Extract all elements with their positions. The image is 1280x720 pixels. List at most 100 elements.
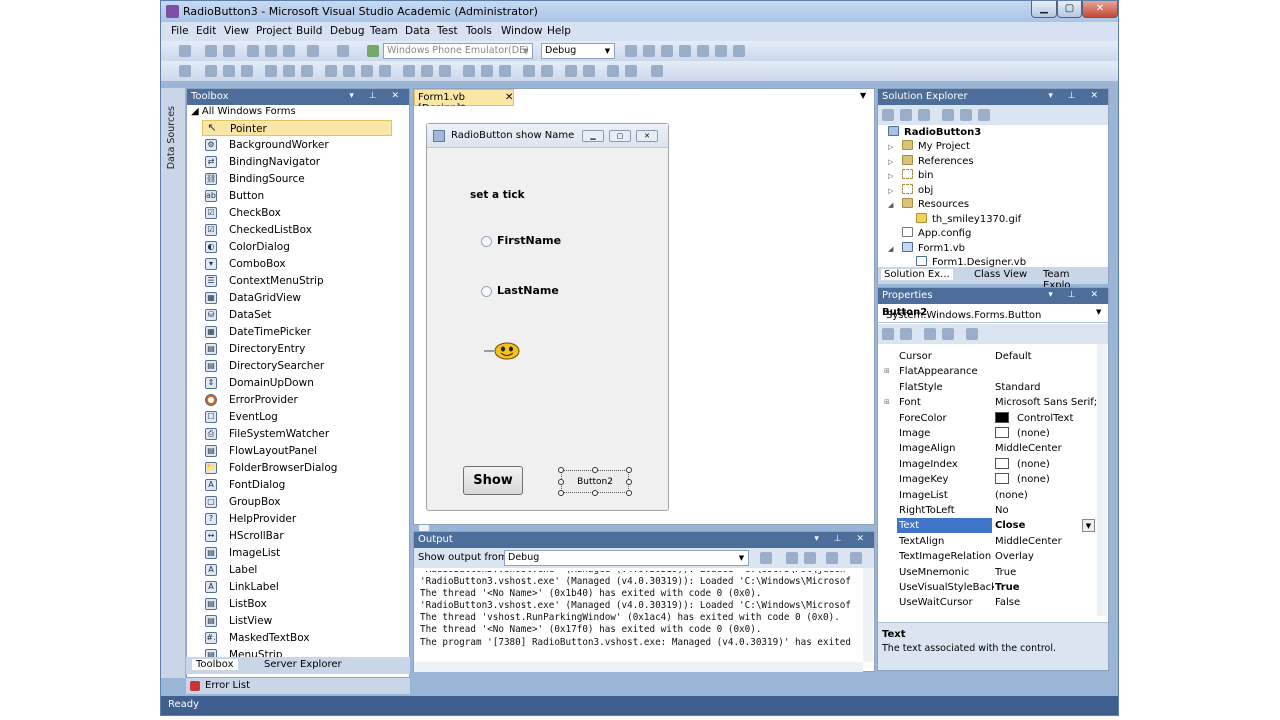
menu-debug[interactable]: Debug <box>330 25 365 37</box>
menu-test[interactable]: Test <box>437 25 458 37</box>
toolbox-item-checkbox[interactable]: ☑ CheckBox <box>202 205 392 221</box>
maximize-button[interactable]: ▢ <box>1057 1 1082 18</box>
show-button[interactable]: Show <box>463 466 523 495</box>
toolbox-item-fontdialog[interactable]: A FontDialog <box>202 477 392 493</box>
same-height-icon[interactable] <box>343 65 355 77</box>
property-value[interactable]: MiddleCenter <box>995 534 1096 549</box>
property-row-text[interactable]: Text Close ▼ <box>882 518 1096 534</box>
firstname-label[interactable]: FirstName <box>497 234 561 247</box>
toolbox-item-hscrollbar[interactable]: ↔ HScrollBar <box>202 528 392 544</box>
close-tab-icon[interactable]: ✕ <box>505 92 513 103</box>
tab-server-explorer[interactable]: Server Explorer <box>264 659 342 670</box>
tab-solution-explorer[interactable]: Solution Ex... <box>881 269 953 280</box>
increase-hspacing-icon[interactable] <box>421 65 433 77</box>
toolbox-item-button[interactable]: ab Button <box>202 188 392 204</box>
property-row-font[interactable]: ⊞ Font Microsoft Sans Serif; 8,2 <box>882 395 1096 410</box>
smiley-picture[interactable] <box>481 342 523 360</box>
menu-project[interactable]: Project <box>256 25 292 37</box>
panel-pin-close-icon[interactable]: ▾ ⊥ ✕ <box>349 90 405 102</box>
save-icon[interactable] <box>205 45 217 57</box>
property-value[interactable]: Standard <box>995 380 1096 395</box>
property-value[interactable]: Default <box>995 349 1096 364</box>
redo-icon[interactable] <box>337 45 349 57</box>
view-designer-icon[interactable] <box>960 109 972 121</box>
copy-icon[interactable] <box>265 45 277 57</box>
properties-icon[interactable] <box>882 109 894 121</box>
tab-toolbox[interactable]: Toolbox <box>192 659 238 670</box>
categorized-icon[interactable] <box>882 328 894 340</box>
same-size-icon[interactable] <box>361 65 373 77</box>
property-row-usevisualstylebackco[interactable]: UseVisualStyleBackCoTrue <box>882 580 1096 595</box>
object-selector[interactable]: Button2 System.Windows.Forms.Button ▼ <box>878 304 1108 323</box>
properties-view-icon[interactable] <box>924 328 936 340</box>
toolbox-item-datagridview[interactable]: ▦ DataGridView <box>202 290 392 306</box>
tree-node[interactable]: ▷ bin <box>888 169 933 183</box>
decrease-vspacing-icon[interactable] <box>499 65 511 77</box>
expand-icon[interactable]: ⊞ <box>884 395 890 410</box>
bring-to-front-icon[interactable] <box>565 65 577 77</box>
horizontal-spacing-icon[interactable] <box>403 65 415 77</box>
property-value[interactable]: (none) <box>995 472 1096 487</box>
property-row-righttoleft[interactable]: RightToLeft No <box>882 503 1096 518</box>
property-row-imageindex[interactable]: ImageIndex (none) <box>882 457 1096 472</box>
property-row-forecolor[interactable]: ForeColor ControlText <box>882 411 1096 426</box>
start-debug-icon[interactable] <box>367 45 379 57</box>
tree-node[interactable]: App.config <box>902 227 971 241</box>
solution-explorer-icon[interactable] <box>661 45 673 57</box>
panel-pin-close-icon[interactable]: ▾ ⊥ ✕ <box>1048 289 1104 301</box>
tree-node[interactable]: ▷ References <box>888 155 974 169</box>
text-dropdown-button[interactable]: ▼ <box>1082 519 1095 533</box>
align-right-icon[interactable] <box>241 65 253 77</box>
property-row-imagekey[interactable]: ImageKey (none) <box>882 472 1096 487</box>
prev-message-icon[interactable] <box>786 552 798 564</box>
events-lightning-icon[interactable] <box>942 328 954 340</box>
menu-tools[interactable]: Tools <box>466 25 492 37</box>
panel-pin-close-icon[interactable]: ▾ ⊥ ✕ <box>814 533 870 545</box>
property-row-textimagerelation[interactable]: TextImageRelation Overlay <box>882 549 1096 564</box>
toolbox-item-directorysearcher[interactable]: ▤ DirectorySearcher <box>202 358 392 374</box>
toolbox-item-label[interactable]: A Label <box>202 562 392 578</box>
resize-handle[interactable] <box>558 490 564 496</box>
panel-pin-close-icon[interactable]: ▾ ⊥ ✕ <box>1048 90 1104 102</box>
menu-data[interactable]: Data <box>405 25 430 37</box>
find-in-files-icon[interactable] <box>643 45 655 57</box>
align-grid-icon[interactable] <box>179 65 191 77</box>
toolbox-item-dataset[interactable]: ⛁ DataSet <box>202 307 392 323</box>
property-value[interactable]: Close <box>995 518 1096 533</box>
tree-node[interactable]: ◢ Form1.vb <box>888 242 965 256</box>
property-value[interactable]: True <box>995 565 1096 580</box>
toolbox-item-directoryentry[interactable]: ▤ DirectoryEntry <box>202 341 392 357</box>
resize-handle[interactable] <box>592 467 598 473</box>
property-row-image[interactable]: Image (none) <box>882 426 1096 441</box>
toolbox-item-maskedtextbox[interactable]: #. MaskedTextBox <box>202 630 392 646</box>
output-hscrollbar[interactable] <box>414 662 863 672</box>
new-project-icon[interactable] <box>179 45 191 57</box>
property-value[interactable]: ControlText <box>995 411 1096 426</box>
toolbox-item-listview[interactable]: ▤ ListView <box>202 613 392 629</box>
next-message-icon[interactable] <box>804 552 816 564</box>
toolbox-item-errorprovider[interactable]: ● ErrorProvider <box>202 392 392 408</box>
property-value[interactable]: (none) <box>995 426 1096 441</box>
property-row-cursor[interactable]: Cursor Default <box>882 349 1096 364</box>
center-vertically-icon[interactable] <box>541 65 553 77</box>
save-all-icon[interactable] <box>223 45 235 57</box>
property-value[interactable]: Overlay <box>995 549 1096 564</box>
form1-preview[interactable]: RadioButton show Name ▁ ▢ ✕ set a tick F… <box>426 123 669 511</box>
tab-form1-design[interactable]: Form1.vb [Design]* ✕ <box>414 89 514 114</box>
toolbar-options-icon[interactable] <box>651 65 663 77</box>
resize-handle[interactable] <box>626 479 632 485</box>
center-horizontally-icon[interactable] <box>523 65 535 77</box>
toolbox-item-contextmenustrip[interactable]: ☰ ContextMenuStrip <box>202 273 392 289</box>
property-row-usewaitcursor[interactable]: UseWaitCursor False <box>882 595 1096 610</box>
output-text[interactable]: 'RadioButton3.vshost.exe' (Managed (v4.0… <box>420 571 860 661</box>
toolbox-item-backgroundworker[interactable]: ⚙ BackgroundWorker <box>202 137 392 153</box>
same-width-icon[interactable] <box>325 65 337 77</box>
size-to-grid-icon[interactable] <box>379 65 391 77</box>
tree-node[interactable]: ▷ My Project <box>888 140 970 154</box>
property-value[interactable]: MiddleCenter <box>995 441 1096 456</box>
toolbox-item-listbox[interactable]: ▤ ListBox <box>202 596 392 612</box>
resize-handle[interactable] <box>592 490 598 496</box>
toolbox-icon[interactable] <box>715 45 727 57</box>
lastname-label[interactable]: LastName <box>497 284 559 297</box>
show-all-files-icon[interactable] <box>900 109 912 121</box>
